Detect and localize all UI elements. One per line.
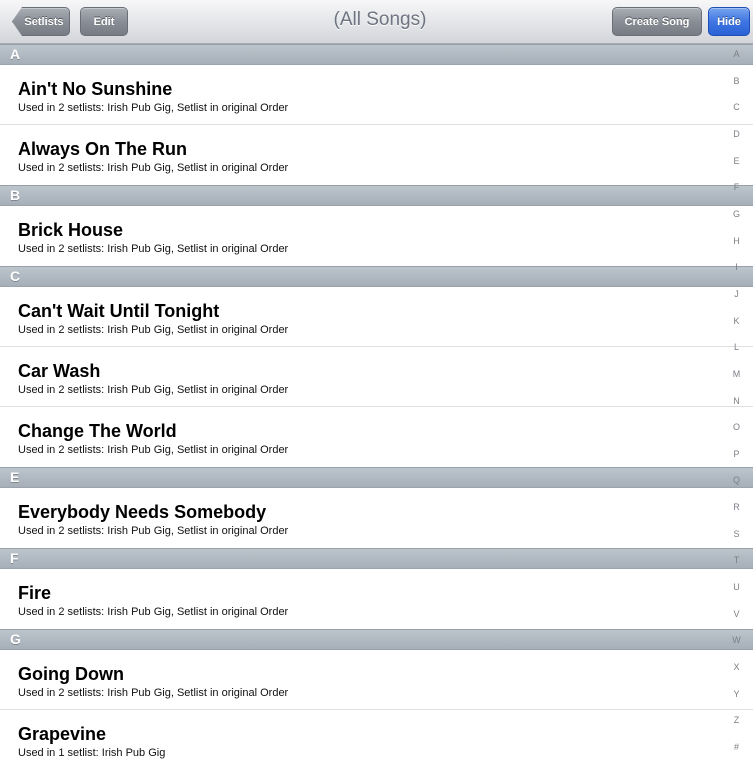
song-title: Going Down <box>18 664 124 684</box>
index-letter[interactable]: P <box>720 449 753 459</box>
song-setlist-usage: Used in 2 setlists: Irish Pub Gig, Setli… <box>18 102 289 114</box>
song-row[interactable]: Always On The Run Used in 2 setlists: Iri… <box>0 125 753 185</box>
song-row[interactable]: Grapevine Used in 1 setlist: Irish Pub Gi… <box>0 710 753 770</box>
page-title: (All Songs) <box>333 9 427 30</box>
setlists-back-label: Setlists <box>24 15 64 28</box>
section-header: C <box>0 266 753 287</box>
navigation-bar: Setlists Edit (All Songs) Create Song Hi… <box>0 0 753 44</box>
index-letter[interactable]: Y <box>720 689 753 699</box>
index-letter[interactable]: C <box>720 102 753 112</box>
song-setlist-usage: Used in 1 setlist: Irish Pub Gig <box>18 747 166 759</box>
song-setlist-usage: Used in 2 setlists: Irish Pub Gig, Setli… <box>18 606 289 618</box>
section-header: E <box>0 467 753 488</box>
index-letter[interactable]: B <box>720 76 753 86</box>
song-setlist-usage: Used in 2 setlists: Irish Pub Gig, Setli… <box>18 243 289 255</box>
index-letter[interactable]: H <box>720 236 753 246</box>
index-letter[interactable]: D <box>720 129 753 139</box>
hide-label: Hide <box>717 15 741 28</box>
index-letter[interactable]: L <box>720 342 753 352</box>
index-letter[interactable]: O <box>720 422 753 432</box>
song-row[interactable]: Ain't No Sunshine Used in 2 setlists: Iri… <box>0 65 753 125</box>
section-header: G <box>0 629 753 650</box>
setlists-back-button[interactable]: Setlists <box>12 7 70 36</box>
song-setlist-usage: Used in 2 setlists: Irish Pub Gig, Setli… <box>18 444 289 456</box>
song-title: Can't Wait Until Tonight <box>18 301 220 321</box>
index-letter[interactable]: W <box>720 635 753 645</box>
index-letter[interactable]: Q <box>720 475 753 485</box>
song-row[interactable]: Change The World Used in 2 setlists: Iris… <box>0 407 753 467</box>
create-song-label: Create Song <box>624 15 690 28</box>
hide-button[interactable]: Hide <box>708 7 750 36</box>
song-title: Car Wash <box>18 361 101 381</box>
section-index[interactable]: A B C D E F G H I J K L M N O P Q R S T U V W X Y Z # <box>720 44 753 760</box>
section-header: B <box>0 185 753 206</box>
song-setlist-usage: Used in 2 setlists: Irish Pub Gig, Setli… <box>18 525 289 537</box>
song-row[interactable]: Can't Wait Until Tonight Used in 2 setlis… <box>0 287 753 347</box>
index-letter[interactable]: J <box>720 289 753 299</box>
edit-button[interactable]: Edit <box>80 7 128 36</box>
index-letter[interactable]: # <box>720 742 753 752</box>
song-title: Always On The Run <box>18 139 188 159</box>
edit-label: Edit <box>93 15 115 28</box>
song-title: Change The World <box>18 421 177 441</box>
index-letter[interactable]: S <box>720 529 753 539</box>
index-letter[interactable]: K <box>720 316 753 326</box>
song-row[interactable]: Brick House Used in 2 setlists: Irish Pub… <box>0 206 753 266</box>
song-setlist-usage: Used in 2 setlists: Irish Pub Gig, Setli… <box>18 324 289 336</box>
song-row[interactable]: Everybody Needs Somebody Used in 2 setlis… <box>0 488 753 548</box>
index-letter[interactable]: I <box>720 262 753 272</box>
song-row[interactable]: Going Down Used in 2 setlists: Irish Pub … <box>0 650 753 710</box>
index-letter[interactable]: V <box>720 609 753 619</box>
index-letter[interactable]: M <box>720 369 753 379</box>
song-title: Ain't No Sunshine <box>18 79 173 99</box>
song-setlist-usage: Used in 2 setlists: Irish Pub Gig, Setli… <box>18 162 289 174</box>
song-setlist-usage: Used in 2 setlists: Irish Pub Gig, Setli… <box>18 384 289 396</box>
section-header: A <box>0 44 753 65</box>
create-song-button[interactable]: Create Song <box>612 7 702 36</box>
index-letter[interactable]: N <box>720 396 753 406</box>
song-row[interactable]: Car Wash Used in 2 setlists: Irish Pub Gi… <box>0 347 753 407</box>
index-letter[interactable]: E <box>720 156 753 166</box>
song-title: Brick House <box>18 220 124 240</box>
index-letter[interactable]: G <box>720 209 753 219</box>
index-letter[interactable]: X <box>720 662 753 672</box>
song-list[interactable]: A Ain't No Sunshine Used in 2 setlists: Ir… <box>0 44 753 770</box>
index-letter[interactable]: Z <box>720 715 753 725</box>
index-letter[interactable]: U <box>720 582 753 592</box>
index-letter[interactable]: A <box>720 49 753 59</box>
song-title: Everybody Needs Somebody <box>18 502 267 522</box>
song-title: Fire <box>18 583 52 603</box>
index-letter[interactable]: F <box>720 182 753 192</box>
song-row[interactable]: Fire Used in 2 setlists: Irish Pub Gig, S… <box>0 569 753 629</box>
index-letter[interactable]: R <box>720 502 753 512</box>
song-title: Grapevine <box>18 724 107 744</box>
song-setlist-usage: Used in 2 setlists: Irish Pub Gig, Setli… <box>18 687 289 699</box>
section-header: F <box>0 548 753 569</box>
index-letter[interactable]: T <box>720 555 753 565</box>
